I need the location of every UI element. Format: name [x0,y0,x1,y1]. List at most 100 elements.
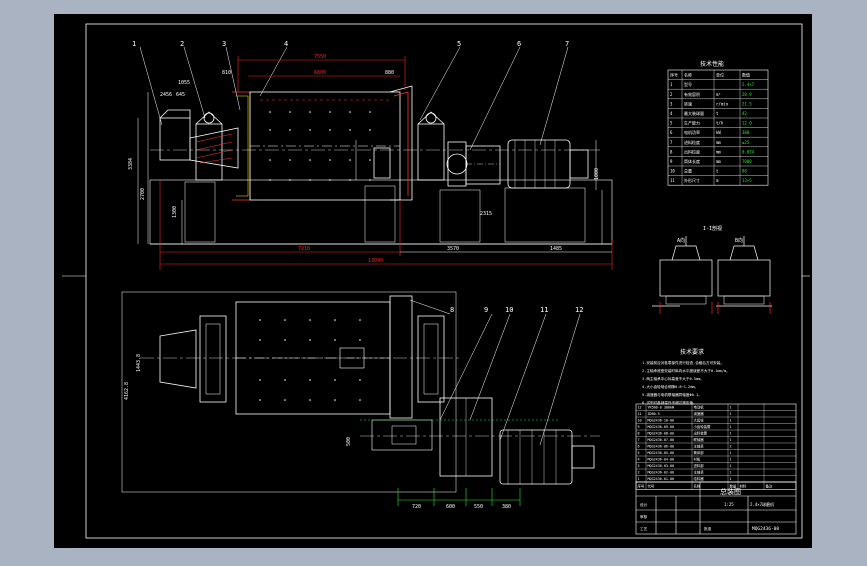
dim-2700: 2700 [140,188,146,200]
dim-1000: 1000 [594,168,600,180]
dim-3384: 3384 [128,158,134,170]
parts-cell: 电动机 [694,405,705,410]
tech-table-cell: 88 [742,169,747,174]
drawing-title: 总装图 [720,487,741,496]
parts-cell: 衬板 [694,457,701,462]
parts-cell: MQG2436-04-00 [648,458,675,462]
tech-table-cell: 13×5 [742,178,752,183]
drawing-subtitle: 2.4×7球磨机 [750,501,774,507]
dim-645: 645 [176,92,185,98]
callout-12: 12 [575,306,583,314]
parts-cell: 1 [730,406,732,410]
parts-cell: MQG2436-08-00 [648,432,675,436]
tech-table-cell: 42 [742,111,747,116]
parts-cell: 主轴承 [694,444,705,449]
parts-cell: 4 [638,458,640,462]
parts-cell: MQG2436-05-00 [648,451,675,455]
parts-cell: 进料部 [694,463,705,468]
tech-table-cell: 7000 [742,159,752,164]
notes-title: 技术要求 [680,348,704,356]
tech-table-cell: mm [716,140,721,145]
tech-table-cell: 11 [670,178,675,183]
parts-cell: 小齿轮装置 [694,424,712,429]
dim-1443: 1443.8 [136,354,142,372]
tech-table-cell: 进料粒度 [684,139,700,145]
parts-cell: 2 [730,445,732,449]
title-label-review: 审核 [640,514,648,519]
dim-720: 720 [412,504,421,510]
note-line: 1.安装前应对各零部件进行检查,合格后方可安装。 [642,360,724,365]
callout-5: 5 [457,40,461,48]
parts-cell: MQG2436-07-00 [648,438,675,442]
parts-cell: 1 [730,458,732,462]
callout-1: 1 [132,40,136,48]
parts-cell: 1 [730,464,732,468]
parts-cell: 1 [730,451,732,455]
title-label-design: 设计 [640,502,648,507]
parts-cell: 1 [730,471,732,475]
dim-1485: 1485 [550,246,562,252]
parts-cell: 7 [638,438,640,442]
parts-cell: 8 [638,432,640,436]
parts-cell: MQG2436-01-00 [648,477,675,481]
parts-cell: YR500-8 380kW [648,406,675,410]
tech-table-cell: 型号 [684,81,692,87]
parts-cell: MQG2436-02-00 [648,471,675,475]
tech-table-cell: 21.5 [742,101,752,106]
note-line: 3.两主轴承中心标高差不大于0.5mm。 [642,376,704,381]
callout-11: 11 [540,306,548,314]
parts-cell: 11 [638,412,642,416]
parts-cell: MQG2436-03-00 [648,464,675,468]
callout-6: 6 [517,40,521,48]
section-label: I-I剖视 [703,225,722,232]
note-line: 4.大小齿轮啮合侧隙0.8~1.2mm。 [642,384,698,389]
dim-810: 810 [222,70,231,76]
parts-cell: 12 [638,406,642,410]
tech-table-cell: 10 [670,169,675,174]
tech-table-cell: 有效容积 [684,91,700,97]
parts-cell: 9 [638,425,640,429]
parts-cell: 1 [730,412,732,416]
title-label-approve: 批准 [704,526,712,531]
dim-1300: 1300 [172,206,178,218]
tech-header-cell: 序号 [670,72,678,78]
tech-table-cell: m³ [716,92,721,97]
tech-table-cell: 总重 [684,168,692,174]
cad-drawing-canvas: 1 2 3 4 5 6 7 7550 6800 7218 13090 3570 [54,14,812,548]
parts-cell: 3 [638,464,640,468]
dim-500: 500 [346,437,352,446]
dim-550: 550 [474,504,483,510]
tech-table-cell: 出料粒度 [684,148,700,154]
parts-cell: 10 [638,419,642,423]
tech-table-cell: 筒体长度 [684,158,700,164]
callout-9: 9 [484,306,488,314]
tech-table-cell: 生产能力 [684,120,700,126]
tech-table-cell: mm [716,159,721,164]
tech-header-cell: 数值 [742,72,750,78]
parts-cell: 联轴器 [694,437,705,442]
tech-table-cell: ≤25 [742,140,750,145]
parts-cell: 1 [730,477,732,481]
parts-cell: MQG2436-09-00 [648,425,675,429]
drawing-scale: 1:25 [724,502,734,507]
tech-table-cell: 0.074 [742,149,755,154]
parts-header-cell: 备注 [766,484,773,489]
tech-table-cell: t/h [716,121,724,126]
tech-table-cell: 电机功率 [684,129,700,135]
tech-header-cell: 名称 [684,72,692,78]
parts-cell: 主轴承 [694,470,705,475]
parts-cell: 给料器 [694,476,705,481]
dim-13090: 13090 [368,258,383,264]
dim-7218: 7218 [298,246,310,252]
callout-10: 10 [505,306,513,314]
parts-cell: 筒体部 [694,450,705,455]
tech-table-cell: 2.4×7 [742,82,755,87]
tech-table-cell: 转速 [684,100,692,106]
title-label-process: 工艺 [640,526,648,531]
tech-table-cell: 380 [742,130,750,135]
parts-cell: 出料装置 [694,431,708,436]
drawing-number: MQG2436-00 [752,526,779,532]
callout-2: 2 [180,40,184,48]
parts-cell: MQG2436-10-00 [648,419,675,423]
parts-cell: 1 [730,419,732,423]
